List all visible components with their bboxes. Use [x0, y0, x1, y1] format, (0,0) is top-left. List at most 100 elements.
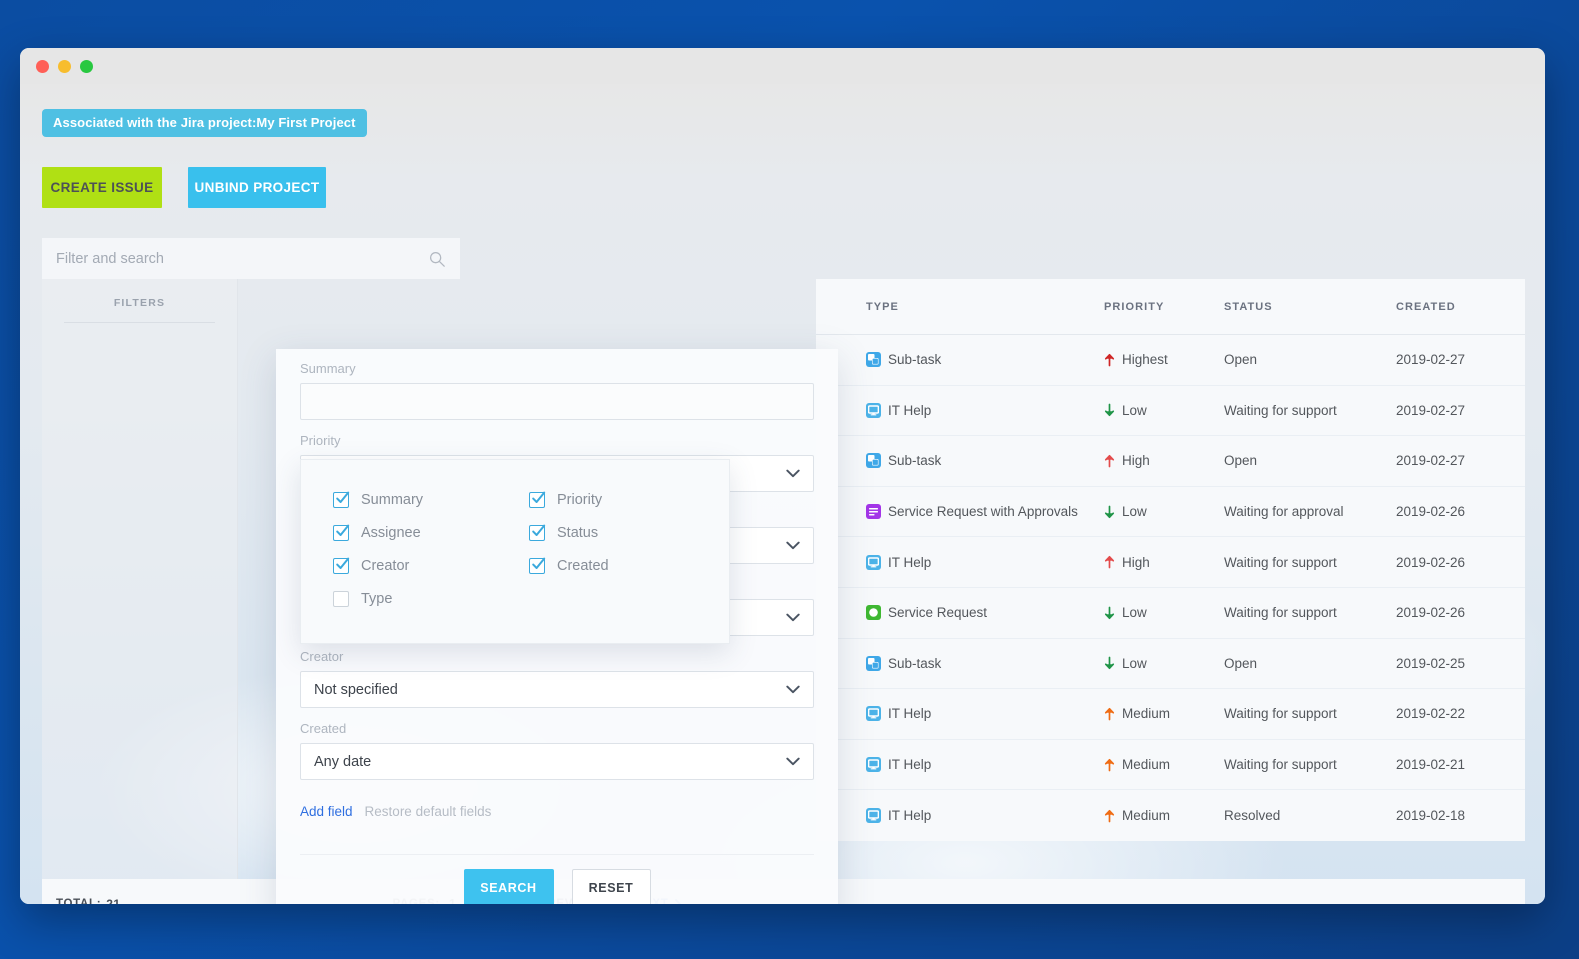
- type-label: IT Help: [888, 554, 932, 570]
- checkbox-priority[interactable]: [529, 491, 546, 508]
- table-row[interactable]: Sub-task Low Open 2019-02-25: [816, 639, 1525, 690]
- priority-arrow-down-icon: [1104, 505, 1115, 519]
- column-option-status[interactable]: Status: [529, 524, 725, 541]
- table-row[interactable]: IT Help Medium Resolved 2019-02-18: [816, 790, 1525, 841]
- column-option-label: Priority: [557, 492, 603, 508]
- column-option-summary[interactable]: Summary: [333, 491, 529, 508]
- priority-arrow-down-icon: [1104, 606, 1115, 620]
- sub-task-icon: [866, 352, 881, 368]
- checkbox-summary[interactable]: [333, 491, 350, 508]
- priority-label: Medium: [1122, 706, 1171, 722]
- search-input[interactable]: [56, 250, 428, 267]
- cell-priority: Low: [1104, 605, 1224, 620]
- cell-status: Waiting for support: [1224, 605, 1337, 621]
- table-row[interactable]: Sub-task Highest Open 2019-02-27: [816, 335, 1525, 386]
- unbind-project-button[interactable]: UNBIND PROJECT: [188, 167, 326, 208]
- cell-type: Sub-task: [816, 453, 1104, 469]
- table-body: Sub-task Highest Open 2019-02-27 IT Help Low W…: [816, 335, 1525, 841]
- cell-status: Resolved: [1224, 808, 1281, 824]
- checkbox-status[interactable]: [529, 524, 546, 541]
- type-label: Sub-task: [888, 655, 942, 671]
- priority-arrow-down-icon: [1104, 656, 1115, 670]
- issues-table: TYPE PRIORITY STATUS CREATED Sub-task Hig…: [816, 279, 1525, 841]
- table-header-row: TYPE PRIORITY STATUS CREATED: [816, 279, 1525, 335]
- chevron-down-icon: [786, 469, 800, 478]
- type-label: IT Help: [888, 706, 932, 722]
- filters-sidebar: FILTERS: [42, 279, 238, 879]
- cell-status: Waiting for support: [1224, 757, 1337, 773]
- type-label: IT Help: [888, 757, 932, 773]
- create-issue-button[interactable]: CREATE ISSUE: [42, 167, 162, 208]
- cell-status: Waiting for support: [1224, 402, 1337, 418]
- table-row[interactable]: IT Help High Waiting for support 2019-02-26: [816, 537, 1525, 588]
- close-window-button[interactable]: [36, 59, 49, 73]
- cell-type: IT Help: [816, 757, 1104, 773]
- filters-title: FILTERS: [113, 297, 166, 309]
- add-field-link[interactable]: Add field: [300, 804, 353, 819]
- restore-default-fields-link[interactable]: Restore default fields: [365, 804, 492, 819]
- column-option-label: Summary: [361, 492, 424, 508]
- panel-action-buttons: SEARCH RESET: [276, 869, 838, 904]
- cell-status: Waiting for approval: [1224, 504, 1344, 520]
- created-select[interactable]: Any date: [300, 743, 814, 780]
- chevron-down-icon: [786, 685, 800, 694]
- type-label: IT Help: [888, 808, 932, 824]
- panel-search-button[interactable]: SEARCH: [463, 869, 554, 904]
- type-label: IT Help: [888, 402, 932, 418]
- cell-priority: Low: [1104, 403, 1224, 418]
- cell-type: IT Help: [816, 402, 1104, 418]
- table-row[interactable]: Sub-task High Open 2019-02-27: [816, 436, 1525, 487]
- table-row[interactable]: IT Help Low Waiting for support 2019-02-27: [816, 386, 1525, 437]
- cell-type: Service Request with Approvals: [816, 504, 1104, 520]
- priority-label: Low: [1122, 402, 1147, 418]
- column-option-created[interactable]: Created: [529, 557, 725, 574]
- cell-priority: Medium: [1104, 808, 1224, 823]
- column-option-assignee[interactable]: Assignee: [333, 524, 529, 541]
- priority-arrow-up-icon: [1104, 707, 1115, 721]
- it-help-icon: [866, 554, 881, 570]
- cell-priority: High: [1104, 555, 1224, 570]
- filter-field-creator: Creator Not specified: [300, 649, 814, 708]
- column-header-type[interactable]: TYPE: [816, 301, 1104, 313]
- cell-created: 2019-02-26: [1396, 605, 1466, 621]
- checkbox-assignee[interactable]: [333, 524, 350, 541]
- panel-reset-button[interactable]: RESET: [571, 869, 651, 904]
- table-row[interactable]: IT Help Medium Waiting for support 2019-02-…: [816, 689, 1525, 740]
- priority-arrow-up-icon: [1104, 809, 1115, 823]
- header-action-buttons: CREATE ISSUE UNBIND PROJECT: [42, 167, 326, 208]
- column-option-creator[interactable]: Creator: [333, 557, 529, 574]
- cell-created: 2019-02-27: [1396, 453, 1466, 469]
- page-body: Associated with the Jira project:My Firs…: [20, 84, 1545, 904]
- summary-input[interactable]: [300, 383, 814, 420]
- priority-label: Highest: [1122, 352, 1168, 368]
- priority-label: Low: [1122, 504, 1147, 520]
- filter-search-bar[interactable]: [42, 238, 460, 279]
- checkbox-type[interactable]: [333, 591, 349, 607]
- search-icon[interactable]: [428, 250, 446, 268]
- column-header-priority[interactable]: PRIORITY: [1104, 301, 1224, 313]
- column-header-status[interactable]: STATUS: [1224, 301, 1396, 313]
- table-row[interactable]: Service Request Low Waiting for support 201…: [816, 588, 1525, 639]
- cell-priority: Low: [1104, 656, 1224, 671]
- priority-arrow-up-icon: [1104, 555, 1115, 569]
- creator-select[interactable]: Not specified: [300, 671, 814, 708]
- minimize-window-button[interactable]: [58, 59, 71, 73]
- panel-divider: [300, 854, 814, 855]
- table-row[interactable]: Service Request with Approvals Low Waiting…: [816, 487, 1525, 538]
- table-row[interactable]: IT Help Medium Waiting for support 2019-02-…: [816, 740, 1525, 791]
- column-option-label: Created: [557, 558, 609, 574]
- column-header-created[interactable]: CREATED: [1396, 301, 1525, 313]
- maximize-window-button[interactable]: [80, 59, 93, 73]
- column-option-priority[interactable]: Priority: [529, 491, 725, 508]
- chevron-down-icon: [786, 541, 800, 550]
- cell-created: 2019-02-26: [1396, 504, 1466, 520]
- cell-priority: Medium: [1104, 706, 1224, 721]
- cell-priority: Medium: [1104, 757, 1224, 772]
- columns-dropdown-menu: Summary Priority Assignee Status Creator Crea…: [300, 459, 730, 644]
- type-label: Service Request with Approvals: [888, 504, 1078, 520]
- checkbox-creator[interactable]: [333, 557, 350, 574]
- column-option-type[interactable]: Type: [333, 591, 529, 607]
- checkbox-created[interactable]: [529, 557, 546, 574]
- priority-arrow-up-icon: [1104, 454, 1115, 468]
- cell-type: Sub-task: [816, 352, 1104, 368]
